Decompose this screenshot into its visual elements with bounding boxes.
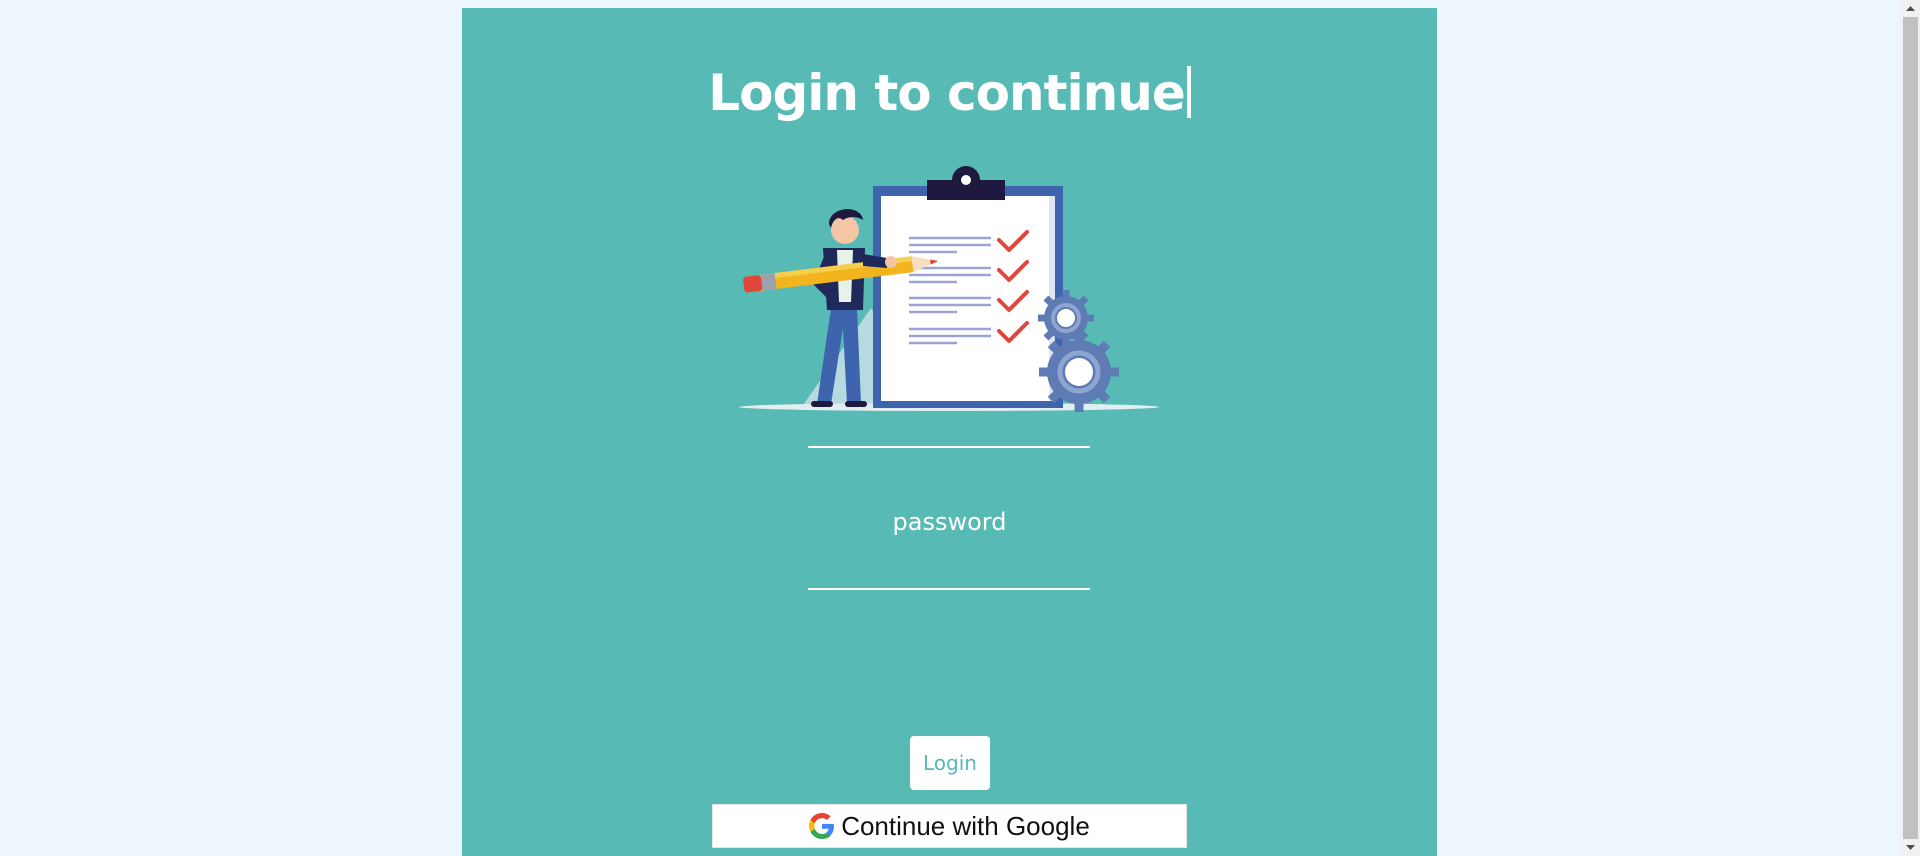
password-label: password: [892, 508, 1007, 536]
login-button[interactable]: Login: [910, 736, 990, 790]
page: Login to continue email password Login C…: [0, 0, 1920, 856]
scroll-up-arrow-icon[interactable]: [1901, 0, 1920, 17]
password-input[interactable]: [808, 550, 1090, 590]
email-label: email: [916, 366, 983, 394]
vertical-scrollbar[interactable]: [1901, 0, 1920, 856]
continue-with-google-button[interactable]: Continue with Google: [712, 804, 1187, 848]
text-cursor: [1186, 66, 1191, 118]
scrollbar-thumb[interactable]: [1903, 17, 1918, 839]
email-input[interactable]: [808, 408, 1090, 448]
title-text: Login to continue: [708, 64, 1186, 122]
login-panel: Login to continue email password Login C…: [462, 8, 1437, 856]
page-title: Login to continue: [462, 58, 1437, 128]
google-g-icon: [809, 813, 835, 839]
google-button-label: Continue with Google: [841, 810, 1090, 841]
scroll-down-arrow-icon[interactable]: [1901, 839, 1920, 856]
